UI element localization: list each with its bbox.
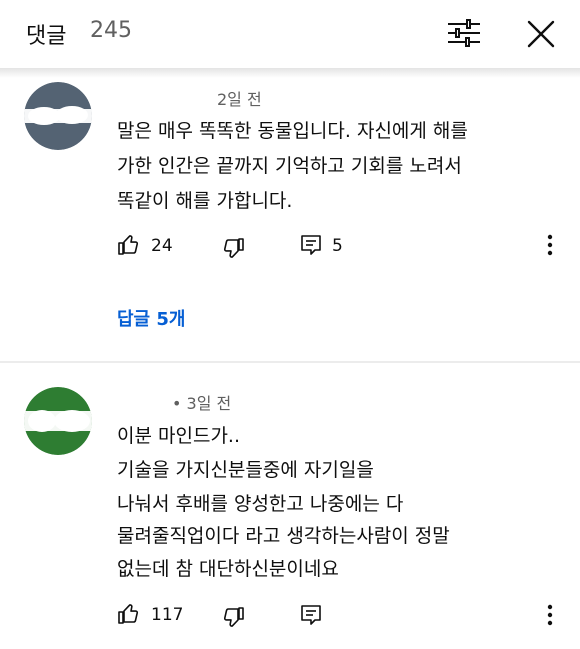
- avatar[interactable]: [24, 82, 92, 150]
- dislike-icon[interactable]: [221, 605, 245, 629]
- like-count: 117: [151, 605, 184, 625]
- comments-header: 댓글 245: [0, 0, 580, 68]
- header-shadow: [0, 68, 580, 78]
- avatar[interactable]: [24, 387, 92, 455]
- comment-text-line: 가한 인간은 끝까지 기억하고 기회를 노려서: [117, 155, 462, 177]
- reply-icon[interactable]: [300, 604, 322, 626]
- comment-text-line: 물려줄직업이다 라고 생각하는사람이 정말: [117, 525, 450, 547]
- comment-timestamp: 2일 전: [217, 90, 262, 109]
- more-options-icon[interactable]: [538, 602, 562, 628]
- comment-timestamp: • 3일 전: [172, 394, 232, 413]
- comment-text-line: 없는데 참 대단하신분이네요: [117, 558, 339, 580]
- divider: [0, 361, 580, 363]
- comment-text-line: 말은 매우 똑똑한 동물입니다. 자신에게 해를: [117, 120, 468, 142]
- like-count: 24: [151, 236, 173, 256]
- reply-count: 5: [332, 236, 343, 256]
- like-icon[interactable]: [117, 233, 141, 257]
- view-replies-link[interactable]: 답글 5개: [117, 305, 185, 331]
- like-icon[interactable]: [117, 602, 141, 626]
- comment-text-line: 기술을 가지신분들중에 자기일을: [117, 459, 374, 481]
- reply-icon[interactable]: [300, 234, 322, 256]
- comments-title: 댓글: [26, 24, 67, 49]
- dislike-icon[interactable]: [221, 236, 245, 260]
- comment-text-line: 나눠서 후배를 양성한고 나중에는 다: [117, 493, 404, 515]
- close-icon[interactable]: [525, 18, 557, 50]
- more-options-icon[interactable]: [538, 232, 562, 258]
- comments-count: 245: [90, 18, 132, 43]
- comment-text-line: 이분 마인드가..: [117, 425, 240, 447]
- sort-filter-icon[interactable]: [446, 18, 482, 48]
- comment-text-line: 똑같이 해를 가합니다.: [117, 190, 293, 212]
